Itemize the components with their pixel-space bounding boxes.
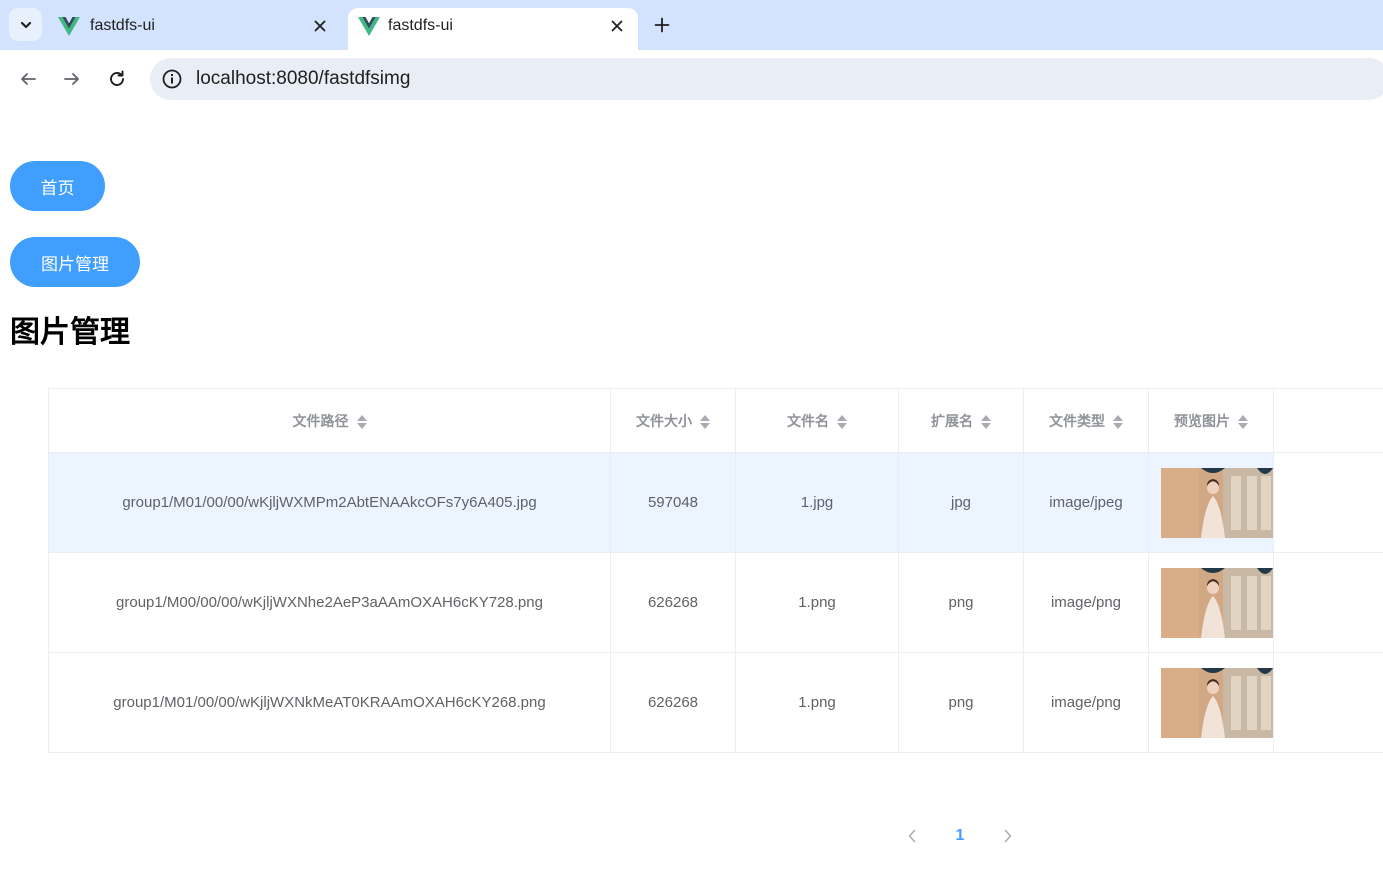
home-button[interactable]: 首页 xyxy=(10,161,105,211)
browser-tab-2[interactable]: fastdfs-ui xyxy=(348,8,638,50)
cell-filler xyxy=(1273,552,1383,653)
column-label: 扩展名 xyxy=(931,412,973,429)
column-header-name[interactable]: 文件名 xyxy=(735,388,899,453)
url-text[interactable]: localhost:8080/fastdfsimg xyxy=(196,68,410,90)
chevron-right-icon xyxy=(1004,829,1012,843)
file-table: 文件路径 文件大小 文件名 扩展名 文件类型 预览图片 group1/M01/0… xyxy=(48,388,1383,753)
column-label: 文件类型 xyxy=(1049,412,1105,429)
prev-page-button[interactable] xyxy=(902,824,922,848)
sort-icon[interactable] xyxy=(356,414,367,430)
cell-preview xyxy=(1148,552,1274,653)
column-label: 文件名 xyxy=(787,412,829,429)
column-header-type[interactable]: 文件类型 xyxy=(1023,388,1149,453)
cell-size: 626268 xyxy=(610,652,736,753)
table-header-row: 文件路径 文件大小 文件名 扩展名 文件类型 预览图片 xyxy=(48,388,1383,453)
sort-icon[interactable] xyxy=(981,414,991,430)
vue-logo-icon xyxy=(358,17,380,36)
reload-icon xyxy=(110,70,124,86)
cell-type: image/png xyxy=(1023,652,1149,753)
tab-close-button[interactable] xyxy=(606,15,628,37)
cell-preview xyxy=(1148,452,1274,553)
cell-name: 1.png xyxy=(735,552,899,653)
cell-type: image/png xyxy=(1023,552,1149,653)
close-icon xyxy=(611,20,623,32)
cell-path: group1/M01/00/00/wKjljWXMPm2AbtENAAkcOFs… xyxy=(48,452,611,553)
cell-filler xyxy=(1273,652,1383,753)
sort-icon[interactable] xyxy=(1238,414,1248,430)
column-label: 文件路径 xyxy=(292,412,349,429)
plus-icon xyxy=(654,17,670,33)
column-header-preview[interactable]: 预览图片 xyxy=(1148,388,1274,453)
cell-name: 1.png xyxy=(735,652,899,753)
cell-preview xyxy=(1148,652,1274,753)
table-row[interactable]: group1/M01/00/00/wKjljWXMPm2AbtENAAkcOFs… xyxy=(48,452,1383,553)
column-label: 文件大小 xyxy=(636,412,692,429)
cell-ext: png xyxy=(898,652,1024,753)
tab-close-button[interactable] xyxy=(309,15,331,37)
tab-strip: fastdfs-ui fastdfs-ui xyxy=(0,0,1383,50)
new-tab-button[interactable] xyxy=(650,13,674,37)
next-page-button[interactable] xyxy=(998,824,1018,848)
cell-type: image/jpeg xyxy=(1023,452,1149,553)
cell-ext: png xyxy=(898,552,1024,653)
close-icon xyxy=(314,20,326,32)
browser-tab-1[interactable]: fastdfs-ui xyxy=(46,8,342,50)
arrow-left-icon xyxy=(21,73,36,85)
preview-image[interactable] xyxy=(1161,467,1273,538)
forward-button[interactable] xyxy=(59,66,85,92)
preview-image[interactable] xyxy=(1161,567,1273,638)
sort-icon[interactable] xyxy=(837,414,847,430)
table-row[interactable]: group1/M01/00/00/wKjljWXNkMeAT0KRAAmOXAH… xyxy=(48,652,1383,753)
cell-path: group1/M00/00/00/wKjljWXNhe2AeP3aAAmOXAH… xyxy=(48,552,611,653)
address-bar[interactable]: localhost:8080/fastdfsimg xyxy=(150,58,1383,100)
tab-search-button[interactable] xyxy=(9,8,42,41)
column-label: 预览图片 xyxy=(1174,412,1230,429)
page-number[interactable]: 1 xyxy=(950,824,970,848)
preview-image[interactable] xyxy=(1161,667,1273,738)
column-header-ext[interactable]: 扩展名 xyxy=(898,388,1024,453)
back-button[interactable] xyxy=(15,66,41,92)
image-management-button[interactable]: 图片管理 xyxy=(10,237,140,287)
arrow-right-icon xyxy=(64,73,79,85)
cell-ext: jpg xyxy=(898,452,1024,553)
cell-name: 1.jpg xyxy=(735,452,899,553)
tab-title: fastdfs-ui xyxy=(388,17,453,34)
page-title: 图片管理 xyxy=(10,316,130,349)
chevron-left-icon xyxy=(908,829,916,843)
cell-size: 626268 xyxy=(610,552,736,653)
cell-path: group1/M01/00/00/wKjljWXNkMeAT0KRAAmOXAH… xyxy=(48,652,611,753)
vue-logo-icon xyxy=(58,17,80,36)
sort-icon[interactable] xyxy=(1113,414,1123,430)
site-info-icon[interactable] xyxy=(161,68,183,90)
browser-toolbar: localhost:8080/fastdfsimg xyxy=(0,50,1383,108)
table-row[interactable]: group1/M00/00/00/wKjljWXNhe2AeP3aAAmOXAH… xyxy=(48,552,1383,653)
sort-icon[interactable] xyxy=(700,414,710,430)
cell-size: 597048 xyxy=(610,452,736,553)
reload-button[interactable] xyxy=(104,66,130,92)
column-header-path[interactable]: 文件路径 xyxy=(48,388,611,453)
column-header-size[interactable]: 文件大小 xyxy=(610,388,736,453)
column-header-filler xyxy=(1273,388,1383,453)
chevron-down-icon xyxy=(20,21,31,28)
tab-title: fastdfs-ui xyxy=(90,17,155,34)
cell-filler xyxy=(1273,452,1383,553)
